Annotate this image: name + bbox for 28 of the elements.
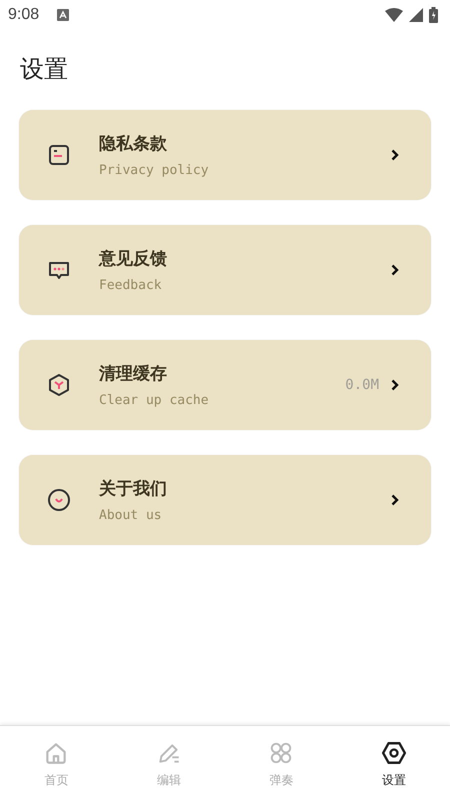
cache-size: 0.0M bbox=[345, 377, 379, 393]
settings-icon bbox=[380, 740, 407, 766]
document-icon bbox=[47, 143, 71, 167]
keyboard-notification-icon bbox=[57, 9, 70, 21]
chevron-right-icon bbox=[391, 149, 399, 161]
row-subtitle: Feedback bbox=[99, 278, 163, 293]
hexagon-icon bbox=[47, 373, 71, 397]
smile-icon bbox=[47, 488, 71, 512]
settings-row[interactable]: 隐私条款 Privacy policy bbox=[19, 110, 431, 200]
wifi-icon bbox=[385, 8, 403, 22]
settings-row[interactable]: 意见反馈 Feedback bbox=[19, 225, 431, 315]
settings-row[interactable]: 关于我们 About us bbox=[19, 455, 431, 545]
row-subtitle: About us bbox=[99, 508, 163, 523]
row-subtitle: Privacy policy bbox=[99, 163, 210, 178]
chevron-right-icon bbox=[391, 264, 399, 276]
chevron-right-icon bbox=[391, 494, 399, 506]
row-title: 隐私条款 bbox=[99, 133, 168, 155]
row-title: 意见反馈 bbox=[99, 248, 168, 270]
settings-row[interactable]: 清理缓存 Clear up cache 0.0M bbox=[19, 340, 431, 430]
nav-tab[interactable]: 设置 bbox=[338, 726, 450, 800]
page-title: 设置 bbox=[20, 54, 69, 85]
status-time: 9:08 bbox=[8, 6, 40, 24]
signal-icon bbox=[409, 8, 423, 22]
row-subtitle: Clear up cache bbox=[99, 393, 210, 408]
chevron-right-icon bbox=[391, 379, 399, 391]
battery-icon bbox=[429, 7, 438, 23]
row-title: 清理缓存 bbox=[99, 363, 168, 385]
row-title: 关于我们 bbox=[99, 478, 168, 500]
